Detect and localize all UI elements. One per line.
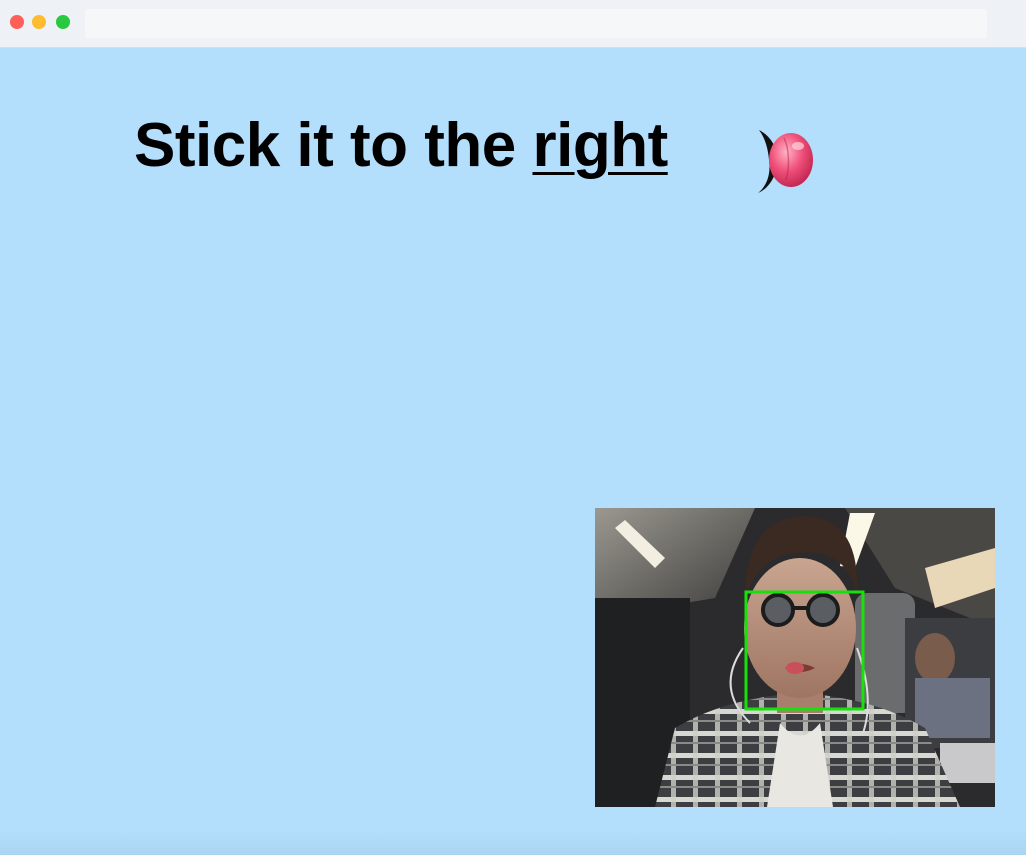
webcam-feed xyxy=(595,508,995,807)
tongue-icon xyxy=(758,130,813,193)
page-bottom-edge xyxy=(0,830,1026,855)
instruction-heading: Stick it to the right xyxy=(134,110,668,182)
browser-titlebar xyxy=(0,0,1026,48)
close-window-button[interactable] xyxy=(10,15,24,29)
address-bar[interactable] xyxy=(85,9,987,38)
zoom-window-button[interactable] xyxy=(56,15,70,29)
minimize-window-button[interactable] xyxy=(32,15,46,29)
instruction-text: Stick it to the xyxy=(134,111,533,180)
direction-keyword: right xyxy=(532,111,668,180)
webcam-video xyxy=(595,508,995,807)
